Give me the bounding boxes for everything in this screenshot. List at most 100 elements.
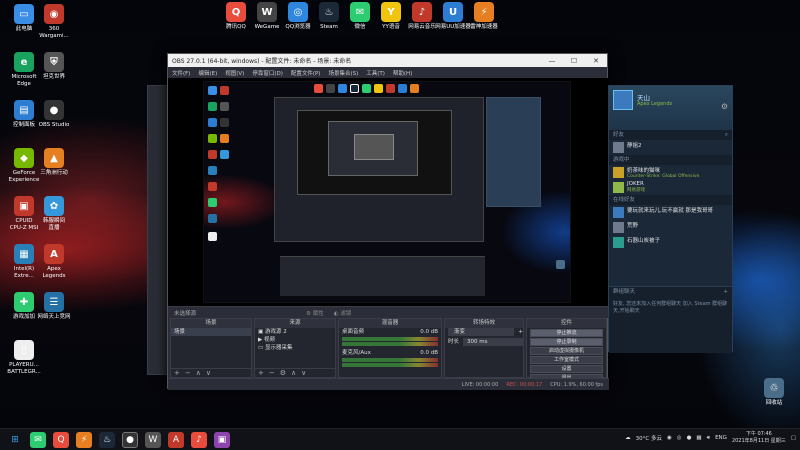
- friend-item[interactable]: 要玩就来玩儿,玩不赢就 那是我哥哥: [609, 205, 732, 220]
- language-indicator[interactable]: ENG: [715, 435, 727, 441]
- desktop-shortcut[interactable]: ▲ 三角洲行动: [32, 148, 76, 177]
- app-icon[interactable]: ▣: [214, 431, 230, 448]
- recycle-bin-icon[interactable]: ♲ 回收站: [752, 378, 796, 407]
- wegame-icon[interactable]: W: [145, 431, 161, 448]
- gear-icon[interactable]: ⚙: [280, 369, 286, 377]
- remove-icon[interactable]: −: [185, 369, 191, 377]
- desktop: ▭ 此电脑 ◉ 360 Wargami... e Microsoft Edge ⛨ 坦克世界 ▤…: [0, 0, 800, 428]
- gear-icon[interactable]: ⚙: [721, 102, 728, 111]
- tray-app-icon[interactable]: ◉: [667, 435, 672, 441]
- friend-status: Counter-Strike: Global Offensive: [627, 174, 700, 179]
- menu-profile[interactable]: 配置文件(P): [291, 69, 321, 77]
- minimize-button[interactable]: —: [541, 57, 563, 65]
- stop-recording-button[interactable]: 停止录制: [530, 338, 603, 346]
- menu-tools[interactable]: 工具(T): [366, 69, 385, 77]
- stop-streaming-button[interactable]: 停止推流: [530, 329, 603, 337]
- notification-icon[interactable]: ▢: [791, 435, 796, 441]
- add-icon[interactable]: +: [258, 369, 264, 377]
- down-icon[interactable]: ∨: [206, 369, 211, 377]
- add-icon[interactable]: +: [174, 369, 180, 377]
- nested-icon: [350, 84, 359, 93]
- netease-icon[interactable]: ♪: [191, 431, 207, 448]
- close-button[interactable]: ✕: [585, 57, 607, 65]
- volume-meter[interactable]: [342, 358, 438, 362]
- source-item[interactable]: ▭ 显示器采集: [255, 344, 335, 352]
- down-icon[interactable]: ∨: [301, 369, 306, 377]
- virtual-camera-button[interactable]: 启动虚拟摄像机: [530, 347, 603, 355]
- shortcut-label: 360 Wargami...: [39, 26, 69, 39]
- apex-icon[interactable]: A: [168, 431, 184, 448]
- volume-slider[interactable]: [342, 342, 438, 346]
- up-icon[interactable]: ∧: [291, 369, 296, 377]
- app-icon: ▤: [14, 100, 34, 120]
- menu-view[interactable]: 视图(V): [225, 69, 244, 77]
- obs-icon[interactable]: ●: [122, 431, 138, 448]
- nested-icon: [220, 150, 229, 159]
- source-item[interactable]: ▣ 游戏源 2: [255, 328, 335, 336]
- volume-meter[interactable]: [342, 337, 438, 341]
- menu-file[interactable]: 文件(F): [172, 69, 190, 77]
- steam-friends-window[interactable]: 天山 Apex Legends ⚙ 好友 ⌕ 静姐2 游戏中 奶茶味的猫咪 Co…: [608, 85, 733, 353]
- qq-icon[interactable]: Q: [53, 431, 69, 448]
- avatar: [613, 182, 624, 193]
- desktop-shortcut[interactable]: ⛨ 坦克世界: [32, 52, 76, 81]
- up-icon[interactable]: ∧: [196, 369, 201, 377]
- volume-slider[interactable]: [342, 363, 438, 367]
- thunder-icon[interactable]: ⚡: [76, 431, 92, 448]
- friend-item[interactable]: 荒野: [609, 220, 732, 235]
- obs-titlebar[interactable]: OBS 27.0.1 (64-bit, windows) - 配置文件: 未命名…: [168, 54, 607, 67]
- desktop-shortcut[interactable]: ● OBS Studio: [32, 100, 76, 129]
- nested-icon: [362, 84, 371, 93]
- cpu-status: CPU: 1.9%, 60.00 fps: [550, 381, 603, 388]
- add-icon[interactable]: +: [723, 287, 728, 297]
- clock[interactable]: 下午 07:46 2021年8月11日 星期三: [732, 431, 786, 445]
- obs-window[interactable]: OBS 27.0.1 (64-bit, windows) - 配置文件: 未命名…: [167, 53, 609, 390]
- scene-item[interactable]: 场景: [171, 328, 251, 336]
- desktop-shortcut[interactable]: ⚡ 雷神加速器: [462, 2, 506, 31]
- group-chat-header: 群组聊天 +: [609, 287, 732, 297]
- settings-button[interactable]: 设置: [530, 365, 603, 373]
- network-icon[interactable]: ▦: [696, 435, 701, 441]
- steam-icon[interactable]: ♨: [99, 431, 115, 448]
- weather-icon[interactable]: ☁: [625, 435, 631, 441]
- avatar: [613, 167, 624, 178]
- nested-icon: [208, 166, 217, 175]
- friend-item[interactable]: 静姐2: [609, 140, 732, 155]
- obs-preview[interactable]: [168, 78, 609, 306]
- nested-icon: [208, 150, 217, 159]
- tray-app-icon[interactable]: ●: [687, 435, 692, 441]
- desktop-shortcut[interactable]: ▯ PLAYERU... BATTLEGR...: [2, 340, 46, 376]
- desktop-shortcut[interactable]: A Apex Legends: [32, 244, 76, 280]
- transition-select[interactable]: 渐变: [448, 328, 515, 336]
- studio-mode-button[interactable]: 工作室模式: [530, 356, 603, 364]
- volume-icon[interactable]: 🔊︎: [707, 435, 710, 442]
- wechat-icon[interactable]: ✉: [30, 431, 46, 448]
- filters-button[interactable]: ◐ 滤镜: [334, 309, 352, 317]
- menu-edit[interactable]: 编辑(E): [198, 69, 217, 77]
- friend-item[interactable]: 石器山炭被子: [609, 235, 732, 250]
- remove-icon[interactable]: −: [269, 369, 275, 377]
- background-window: [147, 85, 169, 375]
- app-icon: Q: [226, 2, 246, 22]
- maximize-button[interactable]: ☐: [563, 57, 585, 65]
- duration-input[interactable]: 300 ms: [463, 338, 523, 346]
- search-icon[interactable]: ⌕: [725, 130, 728, 140]
- menu-scene-collection[interactable]: 场景集合(S): [328, 69, 358, 77]
- desktop-shortcut[interactable]: ◉ 360 Wargami...: [32, 4, 76, 40]
- tray-app-icon[interactable]: ◎: [677, 435, 682, 441]
- source-item[interactable]: ▶ 视频: [255, 336, 335, 344]
- desktop-shortcut[interactable]: ☰ 网络天上竞网: [32, 292, 76, 321]
- friend-item[interactable]: 奶茶味的猫咪 Counter-Strike: Global Offensive: [609, 165, 732, 180]
- desktop-shortcut[interactable]: ✿ 韩服瞬间 直播: [32, 196, 76, 232]
- app-icon: ▭: [14, 4, 34, 24]
- weather-text[interactable]: 30°C 多云: [636, 434, 662, 442]
- app-icon: ▲: [44, 148, 64, 168]
- windows-start-icon[interactable]: ⊞: [7, 432, 23, 448]
- source-toolbar: 未选择源 ⚙ 属性 ◐ 滤镜: [168, 306, 609, 318]
- avatar[interactable]: [613, 90, 633, 110]
- menu-docks[interactable]: 停靠窗口(D): [252, 69, 283, 77]
- properties-button[interactable]: ⚙ 属性: [306, 309, 324, 317]
- menu-help[interactable]: 帮助(H): [393, 69, 412, 77]
- add-icon[interactable]: +: [518, 328, 523, 336]
- friend-item[interactable]: JOKER 网易游戏: [609, 180, 732, 195]
